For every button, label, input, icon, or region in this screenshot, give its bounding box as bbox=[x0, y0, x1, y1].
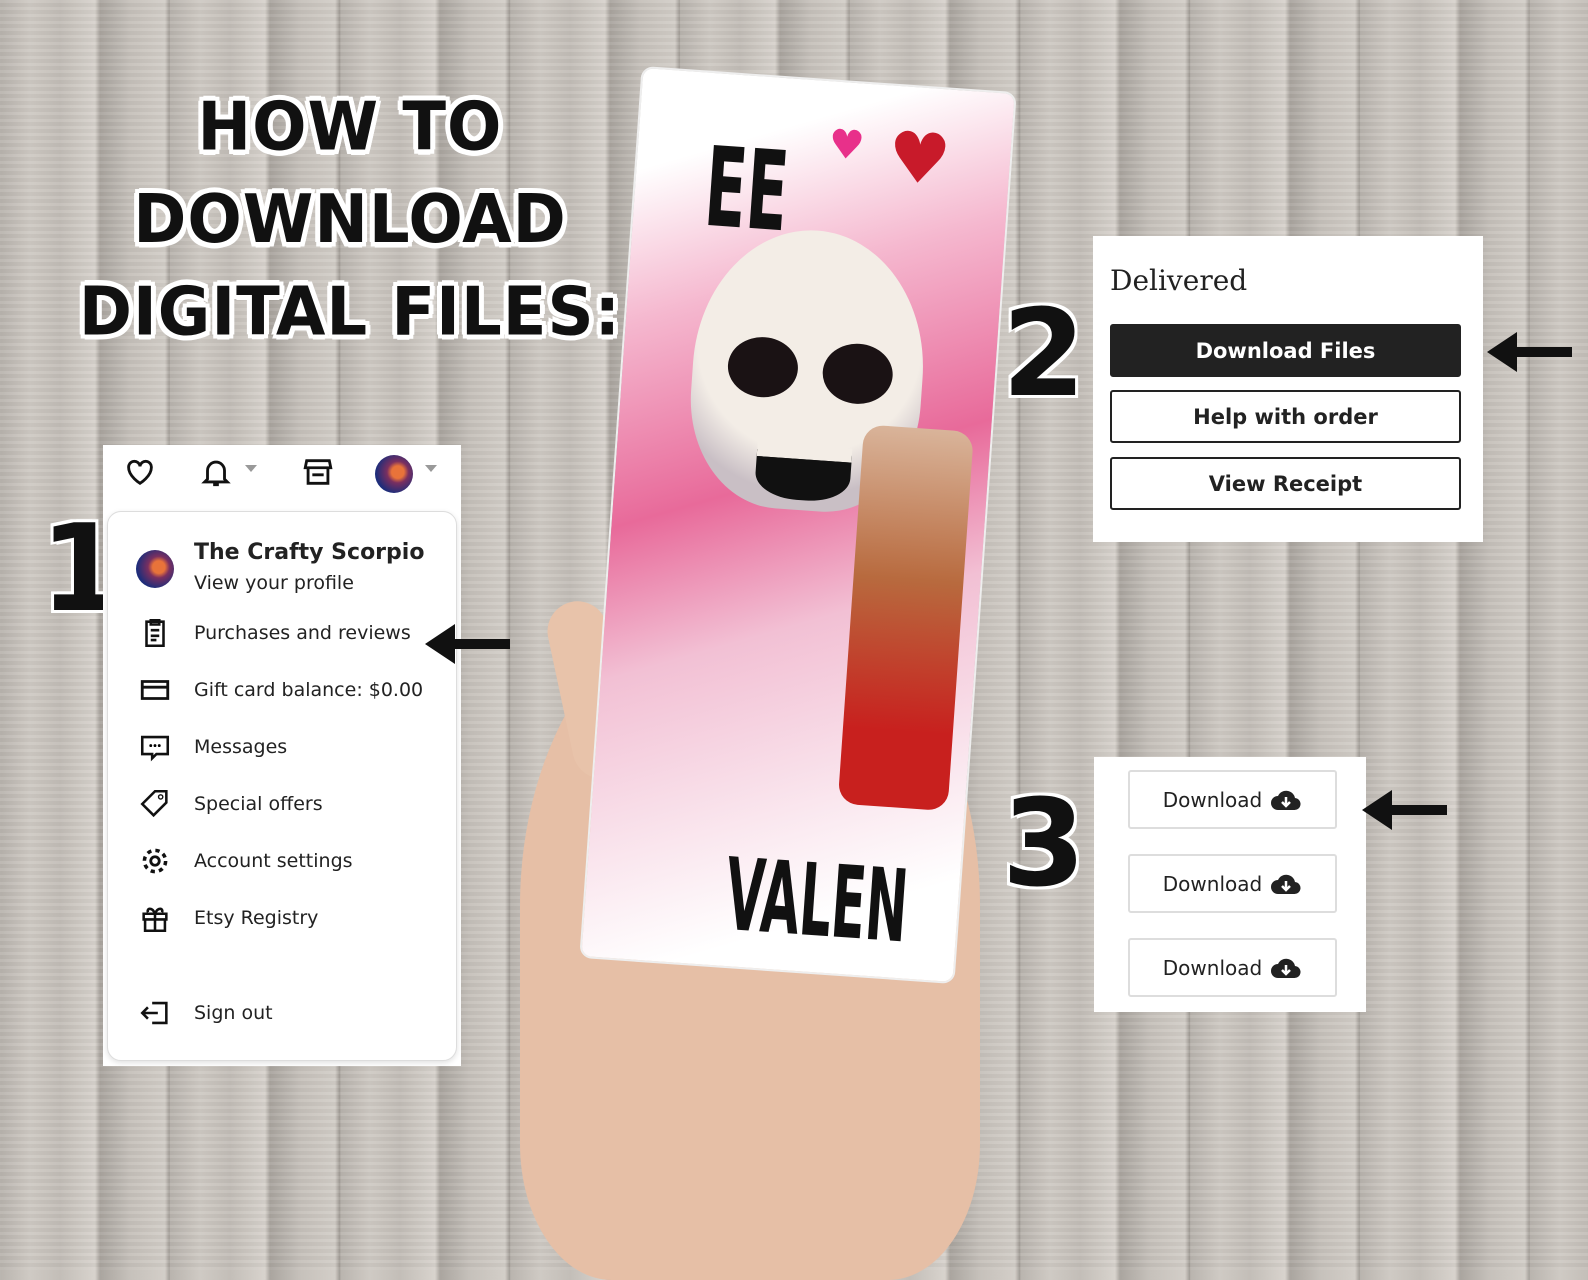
arrow-left-icon bbox=[1487, 332, 1572, 372]
view-profile-link[interactable]: View your profile bbox=[194, 572, 354, 594]
download-label: Download bbox=[1162, 955, 1263, 980]
download-label: Download bbox=[1162, 787, 1263, 812]
menu-item-purchases[interactable]: Purchases and reviews bbox=[138, 616, 411, 650]
tag-icon bbox=[140, 789, 168, 818]
chevron-down-icon[interactable] bbox=[245, 465, 257, 478]
menu-item-label: Special offers bbox=[194, 793, 323, 815]
tumbler-text-bottom: VALEN bbox=[721, 836, 912, 966]
cloud-download-icon bbox=[1271, 958, 1301, 978]
message-icon bbox=[140, 735, 170, 762]
download-button[interactable]: Download bbox=[1128, 938, 1337, 997]
credit-card-icon bbox=[140, 680, 170, 700]
menu-item-account-settings[interactable]: Account settings bbox=[138, 844, 353, 878]
view-receipt-button[interactable]: View Receipt bbox=[1110, 457, 1461, 510]
gift-icon bbox=[142, 907, 168, 933]
download-label: Download bbox=[1162, 871, 1263, 896]
menu-item-label: Messages bbox=[194, 736, 288, 758]
shop-icon[interactable] bbox=[301, 455, 335, 489]
page-title: HOW TO DOWNLOAD DIGITAL FILES: bbox=[20, 81, 680, 358]
menu-item-label: Account settings bbox=[194, 850, 353, 872]
cloud-download-icon bbox=[1271, 874, 1301, 894]
download-files-button[interactable]: Download Files bbox=[1110, 324, 1461, 377]
clipboard-icon bbox=[145, 618, 165, 648]
account-dropdown-panel: The Crafty Scorpio View your profile Pur… bbox=[103, 445, 461, 1066]
menu-item-label: Sign out bbox=[194, 1002, 273, 1024]
menu-item-label: Gift card balance: $0.00 bbox=[194, 679, 424, 701]
download-button[interactable]: Download bbox=[1128, 854, 1337, 913]
menu-item-label: Purchases and reviews bbox=[194, 622, 411, 644]
avatar[interactable] bbox=[375, 455, 413, 493]
step-number-2: 2 bbox=[1002, 285, 1086, 424]
title-line-2: DIGITAL FILES: bbox=[78, 273, 622, 352]
menu-item-etsy-registry[interactable]: Etsy Registry bbox=[138, 901, 318, 935]
downloads-panel: Download Download Download bbox=[1094, 757, 1366, 1012]
menu-item-messages[interactable]: Messages bbox=[138, 730, 287, 764]
help-with-order-button[interactable]: Help with order bbox=[1110, 390, 1461, 443]
arrow-left-icon bbox=[425, 624, 510, 664]
chevron-down-icon[interactable] bbox=[425, 465, 437, 478]
cloud-download-icon bbox=[1271, 790, 1301, 810]
bell-icon[interactable] bbox=[199, 455, 233, 489]
header-toolbar bbox=[103, 445, 461, 505]
menu-item-special-offers[interactable]: Special offers bbox=[138, 787, 323, 821]
account-menu: The Crafty Scorpio View your profile Pur… bbox=[107, 511, 457, 1061]
order-status: Delivered bbox=[1110, 264, 1248, 297]
sign-out-icon bbox=[140, 1001, 168, 1025]
gear-icon bbox=[142, 848, 168, 874]
menu-item-label: Etsy Registry bbox=[194, 907, 319, 929]
heart-icon[interactable] bbox=[123, 455, 157, 489]
arrow-left-icon bbox=[1362, 790, 1447, 830]
profile-avatar bbox=[136, 550, 174, 588]
tumbler-product-image: EE ♥ ♥ VALEN bbox=[581, 68, 1015, 982]
profile-name: The Crafty Scorpio bbox=[194, 540, 425, 565]
order-status-panel: Delivered Download Files Help with order… bbox=[1093, 236, 1483, 542]
title-line-1: HOW TO DOWNLOAD bbox=[133, 88, 567, 259]
menu-item-sign-out[interactable]: Sign out bbox=[138, 996, 273, 1030]
menu-item-gift-card[interactable]: Gift card balance: $0.00 bbox=[138, 673, 423, 707]
download-button[interactable]: Download bbox=[1128, 770, 1337, 829]
step-number-3: 3 bbox=[1002, 775, 1086, 914]
